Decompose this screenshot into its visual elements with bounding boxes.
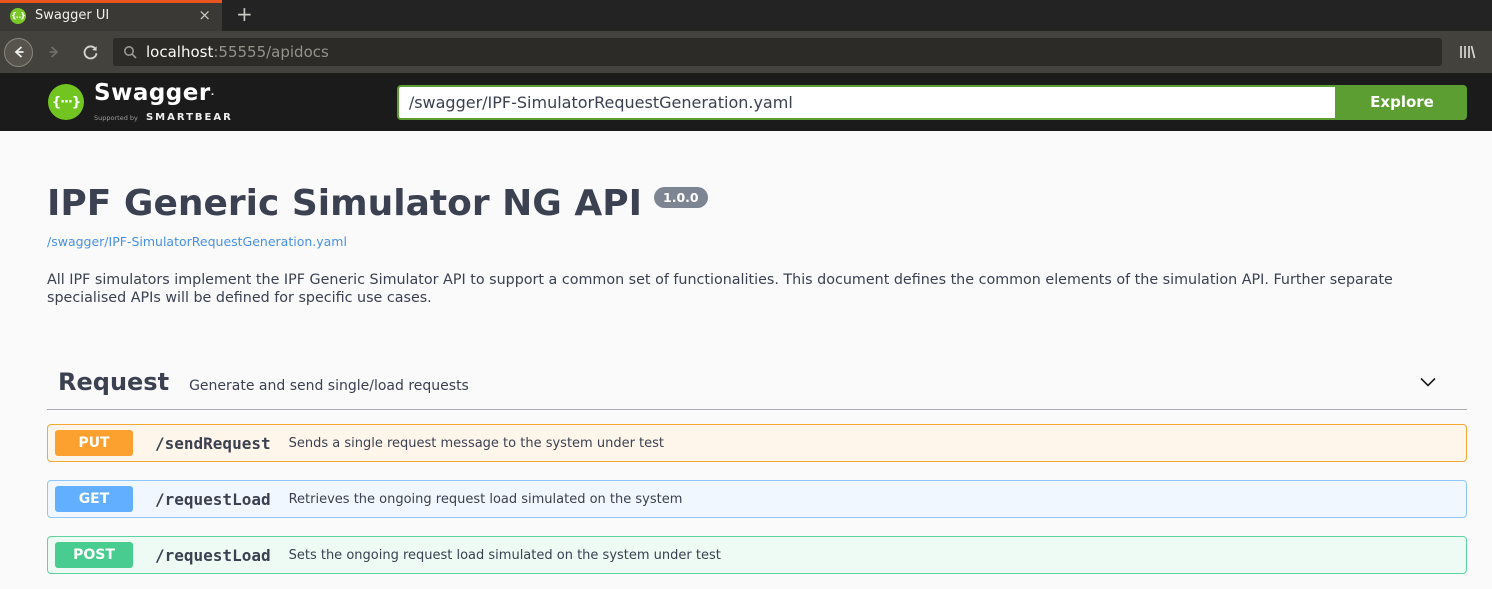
url-host: localhost	[146, 43, 213, 61]
method-badge: POST	[55, 542, 133, 568]
swagger-favicon-icon: {‥}	[10, 8, 26, 24]
page-title: IPF Generic Simulator NG API	[47, 185, 642, 223]
swagger-logo: {···} Swagger. Supported by SMARTBEAR	[48, 81, 233, 124]
operation-summary: Sends a single request message to the sy…	[289, 436, 664, 451]
spec-link[interactable]: /swagger/IPF-SimulatorRequestGeneration.…	[47, 234, 347, 249]
smartbear-label: SMARTBEAR	[146, 112, 233, 123]
active-tab-indicator	[0, 0, 222, 3]
version-badge: 1.0.0	[654, 187, 708, 208]
forward-arrow-icon	[46, 44, 62, 60]
back-arrow-icon	[11, 44, 27, 60]
operation-summary: Sets the ongoing request load simulated …	[289, 548, 721, 563]
operation-row-get-requestload[interactable]: GET /requestLoad Retrieves the ongoing r…	[47, 480, 1467, 518]
swagger-logo-text: Swagger.	[94, 81, 233, 105]
section-title: Request	[58, 368, 169, 396]
url-path: :55555/apidocs	[213, 43, 328, 61]
library-button[interactable]	[1452, 37, 1482, 67]
back-button[interactable]	[4, 38, 33, 67]
search-icon	[123, 45, 138, 60]
operation-path: /sendRequest	[155, 434, 271, 453]
main-content: IPF Generic Simulator NG API 1.0.0 /swag…	[0, 131, 1492, 574]
forward-button[interactable]	[39, 37, 69, 67]
browser-navbar: localhost:55555/apidocs	[0, 31, 1492, 73]
spec-url-input[interactable]	[397, 85, 1337, 120]
request-section: Request Generate and send single/load re…	[47, 368, 1467, 574]
api-description: All IPF simulators implement the IPF Gen…	[47, 271, 1467, 307]
chevron-down-icon[interactable]	[1417, 371, 1439, 397]
new-tab-button[interactable]: +	[222, 0, 267, 31]
method-badge: GET	[55, 486, 133, 512]
supported-by-label: Supported by	[94, 114, 138, 122]
explore-button[interactable]: Explore	[1337, 85, 1467, 120]
url-bar[interactable]: localhost:55555/apidocs	[113, 38, 1442, 66]
section-subtitle: Generate and send single/load requests	[189, 378, 469, 394]
method-badge: PUT	[55, 430, 133, 456]
operation-row-post-requestload[interactable]: POST /requestLoad Sets the ongoing reque…	[47, 536, 1467, 574]
url-text: localhost:55555/apidocs	[146, 43, 329, 61]
operation-path: /requestLoad	[155, 546, 271, 565]
request-section-header[interactable]: Request Generate and send single/load re…	[47, 368, 1467, 410]
operation-summary: Retrieves the ongoing request load simul…	[289, 492, 683, 507]
library-icon	[1458, 43, 1476, 61]
swagger-topbar: {···} Swagger. Supported by SMARTBEAR Ex…	[0, 73, 1492, 131]
operation-path: /requestLoad	[155, 490, 271, 509]
browser-tab-bar: {‥} Swagger UI × +	[0, 0, 1492, 31]
browser-tab-swagger-ui[interactable]: {‥} Swagger UI ×	[0, 0, 222, 31]
tab-close-icon[interactable]: ×	[195, 8, 214, 23]
reload-button[interactable]	[75, 37, 105, 67]
tab-title: Swagger UI	[35, 8, 195, 23]
reload-icon	[82, 44, 99, 61]
operation-row-put-sendrequest[interactable]: PUT /sendRequest Sends a single request …	[47, 424, 1467, 462]
swagger-logo-icon: {···}	[48, 84, 84, 120]
